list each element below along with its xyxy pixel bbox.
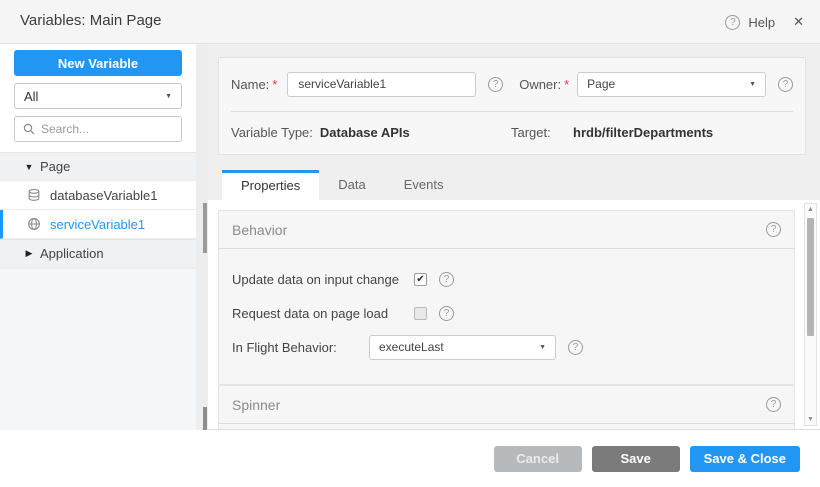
tab-data[interactable]: Data: [319, 170, 384, 200]
chevron-down-icon: ▼: [539, 344, 546, 351]
tree-item-service-variable[interactable]: serviceVariable1: [0, 210, 196, 239]
scrollbar-thumb[interactable]: [203, 203, 207, 253]
close-icon[interactable]: ✕: [793, 14, 804, 30]
behavior-section-title: Behavior: [232, 222, 287, 238]
variable-filter-select[interactable]: All ▼: [14, 83, 182, 109]
tree-item-label: databaseVariable1: [50, 188, 157, 203]
required-asterisk: *: [564, 77, 569, 92]
help-icon[interactable]: ?: [725, 15, 740, 30]
inflight-behavior-help-icon[interactable]: ?: [568, 340, 583, 355]
dialog-footer: Cancel Save Save & Close: [0, 430, 820, 487]
scroll-down-icon[interactable]: ▼: [805, 416, 816, 423]
scroll-up-icon[interactable]: ▲: [805, 206, 816, 213]
variables-dialog: Variables: Main Page ? Help ✕ New Variab…: [0, 0, 820, 487]
request-on-load-help-icon[interactable]: ?: [439, 306, 454, 321]
owner-value: Page: [587, 77, 615, 91]
content-scrollbar[interactable]: ▲ ▼: [804, 203, 817, 426]
update-on-input-help-icon[interactable]: ?: [439, 272, 454, 287]
behavior-section-body: Update data on input change ✔ ? Request …: [219, 249, 794, 364]
new-variable-button[interactable]: New Variable: [14, 50, 182, 76]
tree-group-application[interactable]: ▶ Application: [0, 239, 196, 268]
name-owner-row: Name:* ? Owner:* Page ▼ ?: [231, 71, 793, 97]
name-help-icon[interactable]: ?: [488, 77, 503, 92]
update-on-input-label: Update data on input change: [232, 272, 414, 287]
tree-group-label: Application: [40, 246, 104, 261]
tree-item-label: serviceVariable1: [50, 217, 145, 232]
target-value: hrdb/filterDepartments: [573, 125, 713, 140]
sidebar-controls: New Variable All ▼: [0, 44, 196, 152]
dialog-header: Variables: Main Page ? Help ✕: [0, 0, 820, 44]
request-on-load-label: Request data on page load: [232, 306, 414, 321]
chevron-down-icon: ▼: [165, 93, 172, 100]
tree-item-database-variable[interactable]: databaseVariable1: [0, 181, 196, 210]
divider: [231, 111, 793, 112]
database-icon: [27, 188, 41, 202]
name-input[interactable]: [287, 72, 476, 97]
help-link[interactable]: Help: [748, 15, 775, 30]
variables-sidebar: New Variable All ▼ ▼ Page d: [0, 44, 196, 430]
variable-type-pair: Variable Type: Database APIs: [231, 125, 511, 140]
spinner-section: Spinner ?: [218, 385, 795, 429]
sidebar-filler: [0, 268, 196, 430]
request-on-load-checkbox[interactable]: [414, 307, 427, 320]
triangle-collapsed-icon[interactable]: ▶: [18, 248, 40, 259]
tree-group-page[interactable]: ▼ Page: [0, 152, 196, 181]
search-input[interactable]: [41, 122, 161, 136]
tab-events[interactable]: Events: [385, 170, 463, 200]
save-and-close-button[interactable]: Save & Close: [690, 446, 800, 472]
owner-help-icon[interactable]: ?: [778, 77, 793, 92]
tree-group-label: Page: [40, 159, 70, 174]
behavior-section: Behavior ? Update data on input change ✔…: [218, 210, 795, 385]
sidebar-scrollbar[interactable]: [196, 44, 208, 430]
variable-editor-panel: Name:* ? Owner:* Page ▼ ? Variable Type:…: [208, 44, 820, 430]
update-on-input-row: Update data on input change ✔ ?: [232, 262, 781, 296]
target-pair: Target: hrdb/filterDepartments: [511, 125, 713, 140]
behavior-section-header: Behavior ?: [219, 211, 794, 249]
spinner-help-icon[interactable]: ?: [766, 397, 781, 412]
variable-type-label: Variable Type:: [231, 125, 313, 140]
request-on-load-row: Request data on page load ?: [232, 296, 781, 330]
behavior-help-icon[interactable]: ?: [766, 222, 781, 237]
page-title: Variables: Main Page: [20, 12, 161, 29]
inflight-behavior-value: executeLast: [379, 340, 444, 354]
spinner-section-header: Spinner ?: [219, 386, 794, 424]
required-asterisk: *: [272, 77, 277, 92]
owner-select[interactable]: Page ▼: [577, 72, 766, 97]
header-actions: ? Help ✕: [725, 0, 804, 44]
variable-summary-card: Name:* ? Owner:* Page ▼ ? Variable Type:…: [218, 57, 806, 155]
properties-tab-content: Behavior ? Update data on input change ✔…: [208, 200, 820, 429]
save-button[interactable]: Save: [592, 446, 680, 472]
triangle-expanded-icon[interactable]: ▼: [18, 162, 40, 172]
variable-filter-value: All: [24, 89, 38, 104]
owner-label: Owner:*: [519, 77, 569, 92]
checkbox-checked-icon: ✔: [416, 274, 424, 285]
chevron-down-icon: ▼: [749, 81, 756, 88]
name-label: Name:*: [231, 77, 277, 92]
inflight-behavior-row: In Flight Behavior: executeLast ▼ ?: [232, 330, 781, 364]
inflight-behavior-select[interactable]: executeLast ▼: [369, 335, 556, 360]
update-on-input-checkbox[interactable]: ✔: [414, 273, 427, 286]
variable-search[interactable]: [14, 116, 182, 142]
target-label: Target:: [511, 125, 573, 140]
scrollbar-thumb[interactable]: [203, 407, 207, 430]
search-icon: [23, 123, 35, 135]
tab-properties[interactable]: Properties: [222, 170, 319, 200]
scrollbar-thumb[interactable]: [807, 218, 814, 336]
type-target-row: Variable Type: Database APIs Target: hrd…: [231, 125, 793, 140]
spinner-section-title: Spinner: [232, 397, 280, 413]
globe-icon: [27, 217, 41, 231]
cancel-button[interactable]: Cancel: [494, 446, 582, 472]
variable-type-value: Database APIs: [320, 125, 410, 140]
editor-tabs: Properties Data Events: [222, 170, 462, 200]
inflight-behavior-label: In Flight Behavior:: [232, 340, 369, 355]
